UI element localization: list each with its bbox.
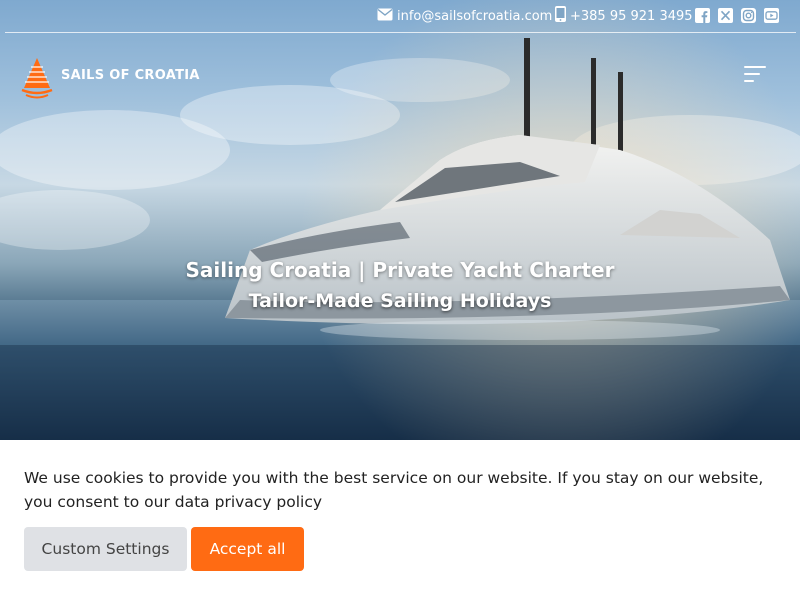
hero-title: Sailing Croatia | Private Yacht Charter <box>185 258 615 282</box>
envelope-icon <box>377 8 393 25</box>
hamburger-menu-icon[interactable] <box>744 65 768 85</box>
cookie-banner: We use cookies to provide you with the b… <box>0 440 800 600</box>
top-contact-bar: info@sailsofcroatia.com +385 95 921 3495 <box>5 0 796 33</box>
phone-text: +385 95 921 3495 <box>570 8 693 24</box>
hero-section: info@sailsofcroatia.com +385 95 921 3495 <box>0 0 800 440</box>
facebook-icon[interactable] <box>695 8 710 23</box>
custom-settings-button[interactable]: Custom Settings <box>24 527 187 571</box>
logo-text: SAILS OF CROATIA <box>61 68 200 83</box>
site-logo[interactable]: SAILS OF CROATIA <box>20 58 200 100</box>
phone-link[interactable]: +385 95 921 3495 <box>555 6 693 26</box>
email-text: info@sailsofcroatia.com <box>397 8 553 24</box>
instagram-icon[interactable] <box>741 8 756 23</box>
accept-all-button[interactable]: Accept all <box>191 527 304 571</box>
youtube-icon[interactable] <box>764 8 779 23</box>
sailboat-logo-icon <box>21 58 53 99</box>
email-link[interactable]: info@sailsofcroatia.com <box>377 7 552 25</box>
hero-subtitle: Tailor-Made Sailing Holidays <box>248 290 552 312</box>
cookie-message: We use cookies to provide you with the b… <box>24 469 764 511</box>
x-twitter-icon[interactable] <box>718 8 733 23</box>
mobile-phone-icon <box>555 6 566 26</box>
